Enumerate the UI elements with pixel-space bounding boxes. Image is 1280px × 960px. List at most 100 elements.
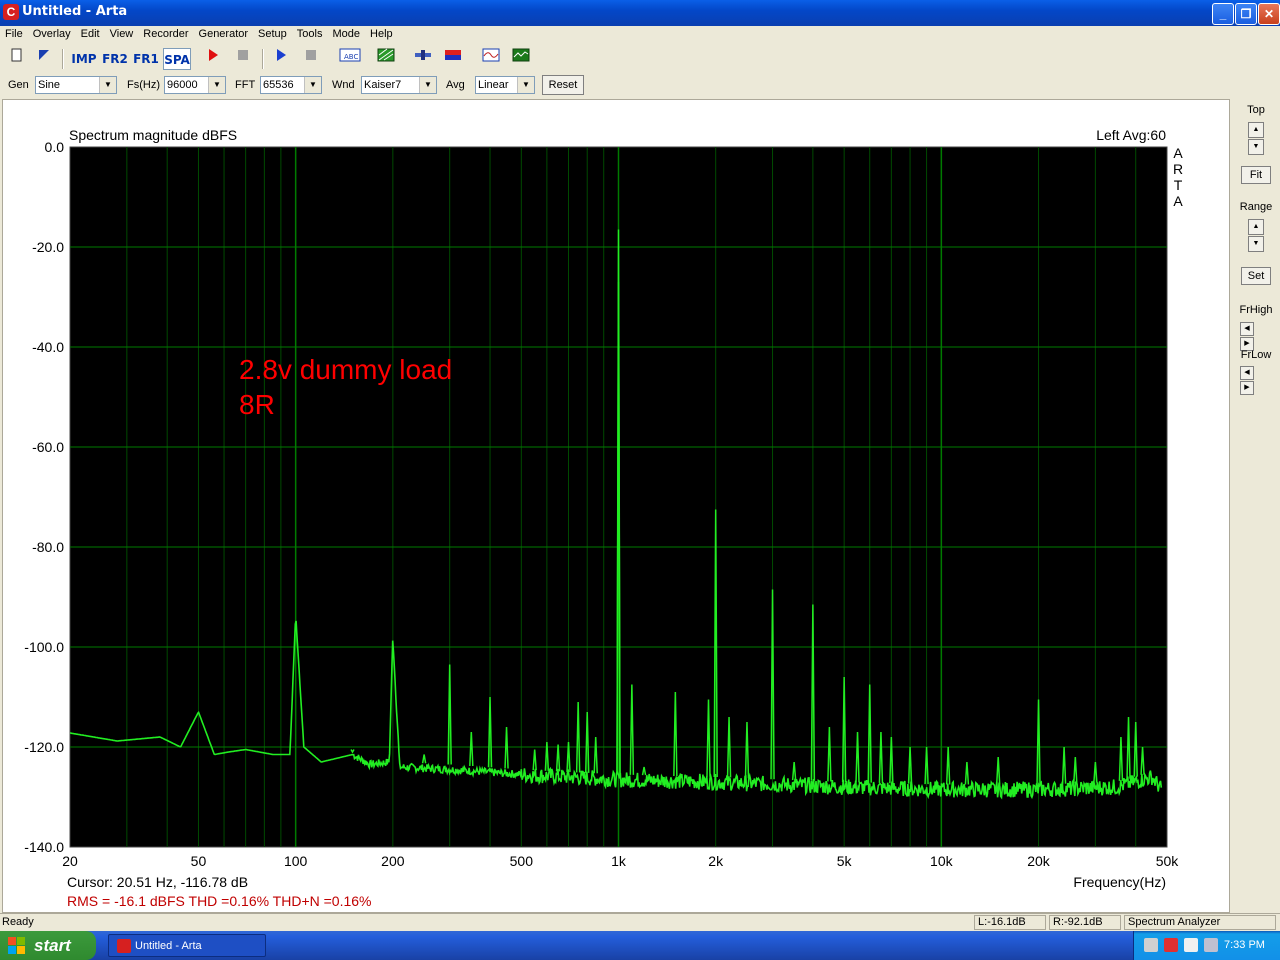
menu-mode[interactable]: Mode — [327, 26, 365, 40]
chevron-down-icon[interactable]: ▼ — [99, 77, 116, 93]
menu-generator[interactable]: Generator — [194, 26, 254, 40]
taskbar-item-arta[interactable]: Untitled - Arta — [108, 934, 266, 957]
spectrum-view-button[interactable] — [510, 48, 532, 70]
color-bar-icon — [445, 50, 461, 60]
record-stop-button[interactable] — [232, 48, 254, 70]
spa-mode-button[interactable]: SPA — [163, 48, 191, 70]
set-button[interactable]: Set — [1241, 267, 1271, 285]
control-bar: Gen Sine ▼ Fs(Hz) 96000 ▼ FFT 65536 ▼ Wnd K… — [0, 73, 1280, 99]
frhigh-stepper[interactable]: ◀▶ — [1240, 321, 1270, 351]
menu-help[interactable]: Help — [365, 26, 398, 40]
tray-app-icon[interactable] — [1204, 938, 1218, 952]
play-blue-icon — [277, 49, 286, 61]
windows-logo-icon — [8, 937, 25, 954]
spectrum-chart[interactable]: Spectrum magnitude dBFS Left Avg:60 ARTA… — [3, 100, 1229, 912]
title-bar: C Untitled - Arta _ ❐ ✕ — [0, 0, 1280, 26]
avg-label: Avg — [446, 79, 465, 91]
start-label: start — [34, 936, 71, 955]
status-mode: Spectrum Analyzer — [1124, 915, 1276, 930]
menu-edit[interactable]: Edit — [76, 26, 105, 40]
menu-tools[interactable]: Tools — [292, 26, 328, 40]
x-axis-label: Frequency(Hz) — [1073, 874, 1166, 890]
abc-button[interactable]: ABC — [337, 48, 363, 70]
plot-panel[interactable]: Spectrum magnitude dBFS Left Avg:60 ARTA… — [2, 99, 1230, 913]
y-tick-label: -120.0 — [24, 739, 64, 755]
menu-overlay[interactable]: Overlay — [28, 26, 76, 40]
spin-down-icon[interactable]: ▼ — [1248, 236, 1264, 252]
arta-brand: ARTA — [1173, 145, 1183, 209]
menu-view[interactable]: View — [105, 26, 139, 40]
arrow-right-icon[interactable]: ▶ — [1240, 381, 1254, 395]
imp-mode-button[interactable]: IMP — [70, 48, 98, 70]
chevron-down-icon[interactable]: ▼ — [304, 77, 321, 93]
spin-down-icon[interactable]: ▼ — [1248, 139, 1264, 155]
arrow-left-icon[interactable]: ◀ — [1240, 366, 1254, 380]
wnd-select[interactable]: Kaiser7 ▼ — [361, 76, 437, 94]
reset-button[interactable]: Reset — [542, 75, 584, 95]
chart-axes: 20 50 100 200 500 1k 2k 5k 10k 20k 50k 0.0 -20.0 -40.… — [24, 139, 1179, 869]
menu-file[interactable]: File — [0, 26, 28, 40]
brand-letter: T — [1174, 177, 1183, 193]
fr1-mode-button[interactable]: FR1 — [132, 48, 160, 70]
fft-select[interactable]: 65536 ▼ — [260, 76, 322, 94]
arta-app-icon[interactable]: C — [3, 4, 19, 20]
y-tick-label: -60.0 — [32, 439, 64, 455]
avg-value: Linear — [478, 79, 509, 91]
new-file-button[interactable] — [5, 48, 27, 70]
x-tick-label: 5k — [837, 853, 853, 869]
fs-select[interactable]: 96000 ▼ — [164, 76, 226, 94]
maximize-button[interactable]: ❐ — [1235, 3, 1257, 25]
stop-gray-icon — [306, 50, 316, 60]
start-button[interactable]: start — [0, 931, 96, 960]
arrow-left-icon[interactable]: ◀ — [1240, 322, 1254, 336]
close-button[interactable]: ✕ — [1258, 3, 1280, 25]
brand-letter: A — [1173, 145, 1183, 161]
chevron-down-icon[interactable]: ▼ — [517, 77, 534, 93]
spa-label: SPA — [164, 53, 190, 67]
chevron-down-icon[interactable]: ▼ — [419, 77, 436, 93]
fs-label: Fs(Hz) — [127, 79, 160, 91]
scope-icon — [482, 48, 500, 62]
menu-setup[interactable]: Setup — [253, 26, 292, 40]
slider-button[interactable] — [412, 48, 434, 70]
frlow-stepper[interactable]: ◀▶ — [1240, 365, 1270, 395]
spin-up-icon[interactable]: ▲ — [1248, 219, 1264, 235]
record-play-button[interactable] — [202, 48, 224, 70]
scope-button[interactable] — [480, 48, 502, 70]
fit-button[interactable]: Fit — [1241, 166, 1271, 184]
spin-up-icon[interactable]: ▲ — [1248, 122, 1264, 138]
generator-play-button[interactable] — [270, 48, 292, 70]
security-shield-icon[interactable] — [1164, 938, 1178, 952]
clock[interactable]: 7:33 PM — [1224, 939, 1265, 951]
network-icon[interactable] — [1144, 938, 1158, 952]
graph-options-button[interactable] — [375, 48, 397, 70]
x-tick-label: 200 — [381, 853, 405, 869]
avg-select[interactable]: Linear ▼ — [475, 76, 535, 94]
color-bar-button[interactable] — [442, 48, 464, 70]
fr2-mode-button[interactable]: FR2 — [101, 48, 129, 70]
generator-stop-button[interactable] — [300, 48, 322, 70]
top-spinner[interactable]: ▲ ▼ — [1248, 122, 1264, 155]
fs-value: 96000 — [167, 79, 198, 91]
y-tick-label: -140.0 — [24, 839, 64, 855]
fr2-label: FR2 — [102, 52, 128, 66]
spectrum-icon — [512, 48, 530, 62]
volume-icon[interactable] — [1184, 938, 1198, 952]
gen-label: Gen — [8, 79, 29, 91]
open-file-button[interactable] — [33, 48, 55, 70]
chevron-down-icon[interactable]: ▼ — [208, 77, 225, 93]
minimize-button[interactable]: _ — [1212, 3, 1234, 25]
menu-recorder[interactable]: Recorder — [138, 26, 193, 40]
range-spinner[interactable]: ▲ ▼ — [1248, 219, 1264, 252]
status-ready: Ready — [2, 916, 34, 928]
gen-value: Sine — [38, 79, 61, 91]
fft-value: 65536 — [263, 79, 294, 91]
annotation-line-2: 8R — [239, 389, 275, 420]
x-tick-label: 500 — [510, 853, 534, 869]
gen-select[interactable]: Sine ▼ — [35, 76, 117, 94]
cursor-readout: Cursor: 20.51 Hz, -116.78 dB — [67, 874, 248, 890]
top-label: Top — [1247, 104, 1265, 116]
x-tick-label: 20k — [1027, 853, 1051, 869]
channel-info: Left Avg:60 — [1096, 127, 1166, 143]
y-tick-label: -100.0 — [24, 639, 64, 655]
